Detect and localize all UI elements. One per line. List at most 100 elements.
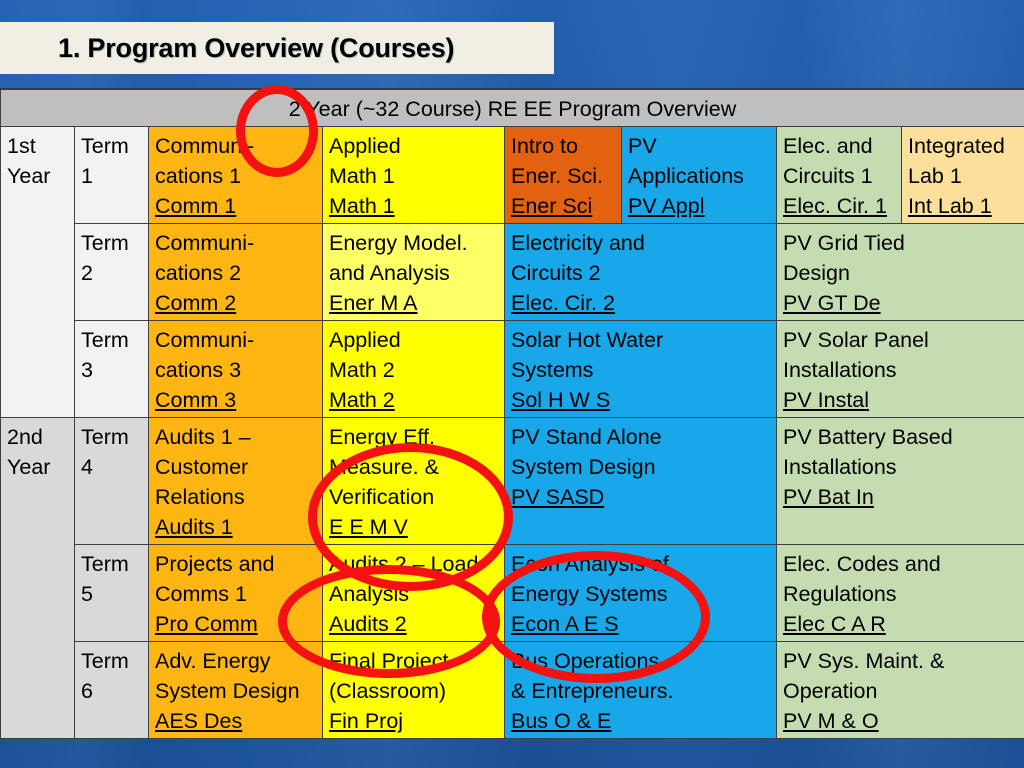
course-code: Elec. Cir. 2: [511, 291, 615, 315]
slide-title-banner: 1. Program Overview (Courses): [0, 22, 554, 74]
course-line: Applications: [628, 164, 744, 188]
course-code: Elec. Cir. 1: [783, 194, 887, 218]
course-line: Final Project: [329, 649, 449, 673]
course-cell-pv-m-o: PV Sys. Maint. & Operation PV M & O: [775, 641, 1024, 739]
term-label-5: Term 5: [74, 544, 149, 642]
course-line: Comms 1: [155, 582, 247, 606]
course-code: Audits 1: [155, 515, 233, 539]
course-line: Math 2: [329, 358, 395, 382]
course-cell-math-2: Applied Math 2 Math 2: [322, 320, 505, 418]
course-line: Applied: [329, 328, 401, 352]
course-line: Communi-: [155, 231, 255, 255]
course-cell-elec-cir-2: Electricity and Circuits 2 Elec. Cir. 2: [504, 223, 777, 321]
course-line: Verification: [329, 485, 435, 509]
course-line: Solar Hot Water: [511, 328, 664, 352]
course-cell-int-lab-1: Integrated Lab 1 Int Lab 1: [900, 126, 1024, 224]
course-line: cations 1: [155, 164, 242, 188]
course-cell-comm-2: Communi- cations 2 Comm 2: [148, 223, 323, 321]
course-cell-pv-appl: PV Applications PV Appl: [621, 126, 777, 224]
course-line: Circuits 1: [783, 164, 873, 188]
course-line: System Design: [155, 679, 300, 703]
course-line: Communi-: [155, 328, 255, 352]
course-line: Relations: [155, 485, 245, 509]
course-code: PV Appl: [628, 194, 705, 218]
table-row: Term 6 Adv. Energy System Design AES Des…: [1, 641, 1024, 739]
course-line: Intro to: [511, 134, 578, 158]
course-code: Math 1: [329, 194, 395, 218]
course-line: Energy Eff.: [329, 425, 435, 449]
course-cell-econ-a-e-s: Econ Analysis of Energy Systems Econ A E…: [504, 544, 777, 642]
table-header-row: 2 Year (~32 Course) RE EE Program Overvi…: [0, 88, 1024, 127]
course-code: Ener Sci: [511, 194, 593, 218]
course-line: Math 1: [329, 164, 395, 188]
course-line: Elec. and: [783, 134, 873, 158]
course-line: & Entrepreneurs.: [511, 679, 674, 703]
course-line: Energy Systems: [511, 582, 668, 606]
course-line: Installations: [783, 455, 897, 479]
course-line: Projects and: [155, 552, 275, 576]
course-cell-comm-3: Communi- cations 3 Comm 3: [148, 320, 323, 418]
course-line: Adv. Energy: [155, 649, 271, 673]
course-code: Bus O & E: [511, 709, 612, 733]
course-cell-ener-sci: Intro to Ener. Sci. Ener Sci: [504, 126, 622, 224]
course-cell-pv-sasd: PV Stand Alone System Design PV SASD: [504, 417, 777, 545]
course-line: Integrated: [908, 134, 1005, 158]
term-label-2: Term 2: [74, 223, 149, 321]
course-cell-math-1: Applied Math 1 Math 1: [322, 126, 505, 224]
course-line: System Design: [511, 455, 656, 479]
term-label-3: Term 3: [74, 320, 149, 418]
course-line: Systems: [511, 358, 594, 382]
course-cell-pv-instal: PV Solar Panel Installations PV Instal: [775, 320, 1024, 418]
course-code: Pro Comm: [155, 612, 258, 636]
course-line: cations 3: [155, 358, 242, 382]
table-row: Term 2 Communi- cations 2 Comm 2 Energy …: [1, 223, 1024, 321]
course-code: PV Instal: [783, 388, 870, 412]
course-line: Audits 1 –: [155, 425, 251, 449]
course-code: Ener M A: [329, 291, 418, 315]
course-overview-table-container: 2 Year (~32 Course) RE EE Program Overvi…: [0, 88, 1024, 768]
course-line: Ener. Sci.: [511, 164, 604, 188]
course-code: Fin Proj: [329, 709, 404, 733]
year-label-2nd: 2nd Year: [0, 417, 75, 739]
course-line: Audits 2 – Load: [329, 552, 479, 576]
course-line: PV Sys. Maint. &: [783, 649, 945, 673]
course-code: PV M & O: [783, 709, 879, 733]
course-cell-ener-m-a: Energy Model. and Analysis Ener M A: [322, 223, 505, 321]
table-row: Term 3 Communi- cations 3 Comm 3 Applied…: [1, 320, 1024, 418]
course-line: PV Battery Based: [783, 425, 953, 449]
course-cell-audits-1: Audits 1 – Customer Relations Audits 1: [148, 417, 323, 545]
course-line: PV: [628, 134, 657, 158]
course-cell-e-e-m-v: Energy Eff. Measure. & Verification E E …: [322, 417, 505, 545]
course-line: cations 2: [155, 261, 242, 285]
course-cell-sol-h-w-s: Solar Hot Water Systems Sol H W S: [504, 320, 777, 418]
course-line: PV Grid Tied: [783, 231, 905, 255]
table-title: 2 Year (~32 Course) RE EE Program Overvi…: [0, 88, 1024, 127]
course-line: Communi-: [155, 134, 255, 158]
course-line: Energy Model.: [329, 231, 468, 255]
table-row: 1st Year Term 1 Communi- cations 1 Comm …: [0, 126, 1024, 418]
course-cell-elec-c-a-r: Elec. Codes and Regulations Elec C A R: [775, 544, 1024, 642]
course-line: Econ Analysis of: [511, 552, 669, 576]
course-code: PV SASD: [511, 485, 605, 509]
year-label-1st: 1st Year: [0, 126, 75, 418]
table-row: 2nd Year Term 4 Audits 1 – Customer Rela…: [0, 417, 1024, 739]
course-code: Math 2: [329, 388, 395, 412]
course-line: Bus Operations: [511, 649, 660, 673]
term-label-4: Term 4: [74, 417, 149, 545]
course-line: PV Solar Panel: [783, 328, 929, 352]
course-code: Audits 2: [329, 612, 407, 636]
slide-title: 1. Program Overview (Courses): [58, 32, 455, 63]
course-line: Design: [783, 261, 850, 285]
course-line: Applied: [329, 134, 401, 158]
table-row: Term 5 Projects and Comms 1 Pro Comm Aud…: [1, 544, 1024, 642]
course-cell-pro-comm: Projects and Comms 1 Pro Comm: [148, 544, 323, 642]
course-code: Elec C A R: [783, 612, 886, 636]
course-cell-elec-cir-1: Elec. and Circuits 1 Elec. Cir. 1: [776, 126, 902, 224]
course-cell-aes-des: Adv. Energy System Design AES Des: [148, 641, 323, 739]
course-line: Analysis: [329, 582, 410, 606]
course-overview-table: 2 Year (~32 Course) RE EE Program Overvi…: [0, 88, 1024, 739]
course-line: Customer: [155, 455, 249, 479]
course-line: Operation: [783, 679, 878, 703]
course-line: Lab 1: [908, 164, 962, 188]
course-code: Int Lab 1: [908, 194, 992, 218]
